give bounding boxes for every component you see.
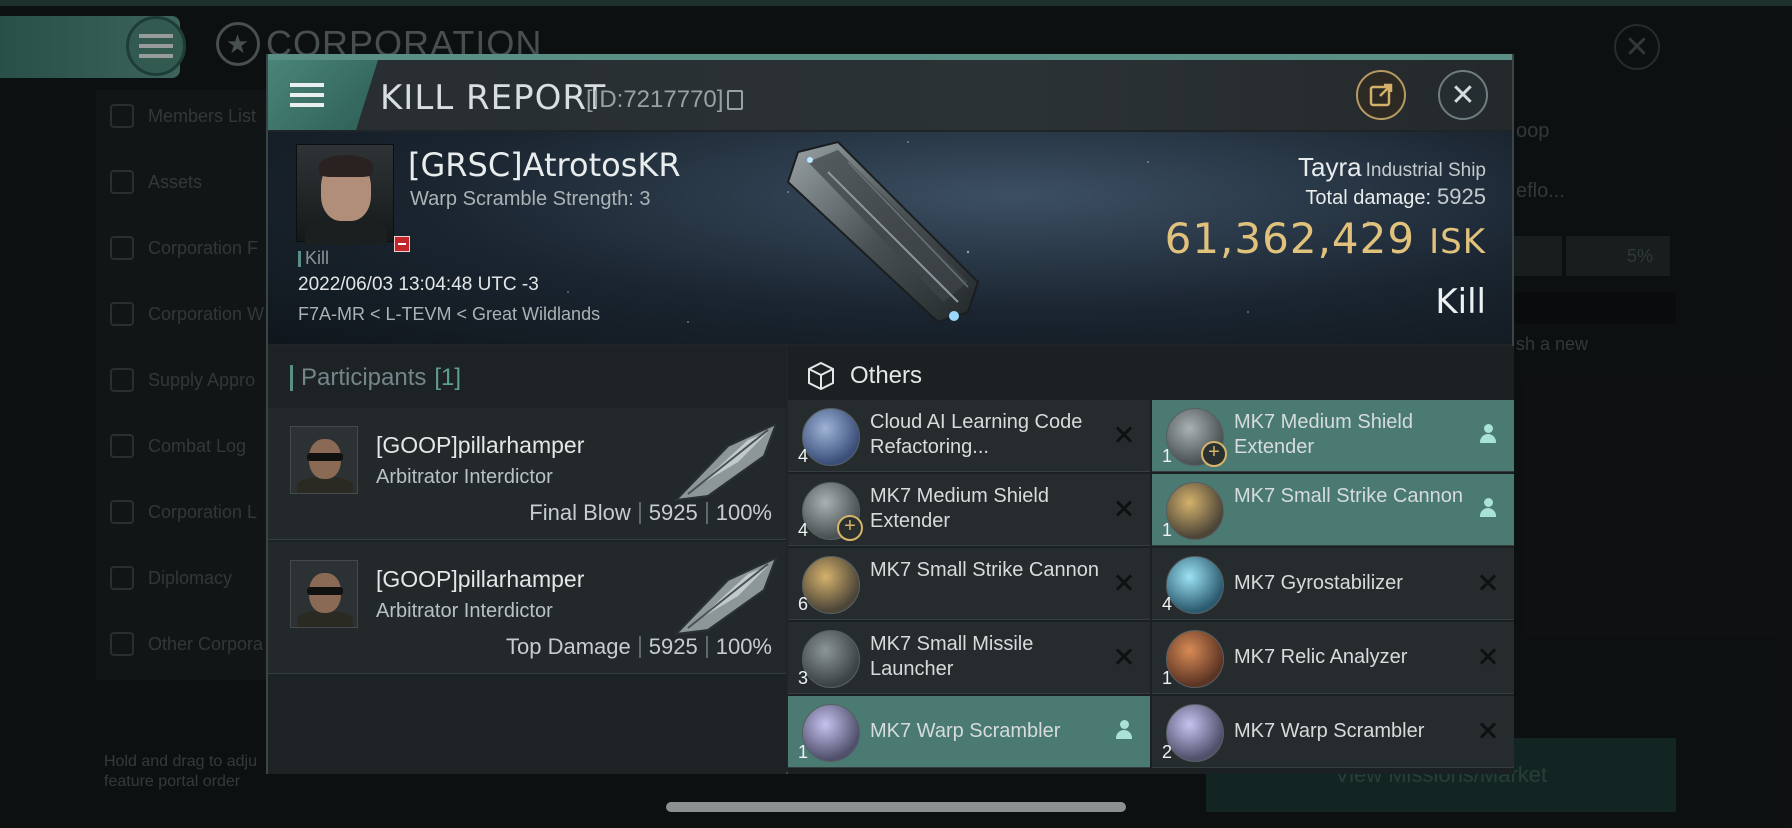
shield-extender-icon: [802, 482, 863, 541]
destroyed-icon: [1112, 422, 1136, 446]
item-quantity: 1: [798, 742, 809, 762]
item-name: MK7 Small Strike Cannon: [1234, 485, 1463, 507]
item-name: MK7 Small Strike Cannon: [870, 559, 1099, 581]
gyrostabilizer-icon: [1166, 556, 1224, 614]
item-quantity: 2: [1162, 742, 1173, 762]
hamburger-icon: [290, 83, 324, 107]
kill-id[interactable]: [ID:7217770]: [586, 86, 744, 114]
kill-id-label: [ID:7217770]: [586, 86, 724, 113]
participant-role: Top Damage: [506, 634, 631, 659]
item-row[interactable]: 1 MK7 Medium Shield Extender: [1152, 400, 1514, 472]
cube-icon: [808, 361, 834, 391]
item-row[interactable]: 1 MK7 Relic Analyzer: [1152, 622, 1514, 694]
participant-ship-image: [673, 556, 778, 636]
hostile-status-badge: [394, 236, 410, 252]
item-name: MK7 Small Missile Launcher: [870, 633, 1034, 680]
destroyed-icon: [1112, 496, 1136, 520]
item-name: MK7 Medium Shield Extender: [870, 485, 1049, 532]
victim-name[interactable]: [GRSC]AtrotosKR: [408, 146, 681, 184]
participant-ship: Arbitrator Interdictor: [376, 600, 553, 622]
kill-location[interactable]: F7A-MR < L-TEVM < Great Wildlands: [298, 304, 600, 325]
participant-name[interactable]: [GOOP]pillarhamper: [376, 432, 584, 459]
destroyed-icon: [1476, 570, 1500, 594]
kill-datetime: 2022/06/03 13:04:48 UTC -3: [298, 274, 539, 295]
participant-ship: Arbitrator Interdictor: [376, 466, 553, 488]
cannon-icon: [1166, 482, 1224, 540]
kill-tag: Kill: [298, 248, 329, 269]
item-row[interactable]: 4 MK7 Medium Shield Extender: [788, 474, 1150, 546]
item-quantity: 1: [1162, 520, 1173, 540]
item-row[interactable]: 4 Cloud AI Learning Code Refactoring...: [788, 400, 1150, 472]
item-quantity: 1: [1162, 668, 1173, 688]
participant-damage: 5925: [648, 634, 698, 659]
ai-chip-icon: [802, 408, 860, 466]
total-damage: Total damage: 5925: [1305, 184, 1486, 209]
item-quantity: 6: [798, 594, 809, 614]
participant-ship-image: [673, 422, 778, 502]
item-quantity: 4: [798, 520, 809, 540]
modal-header: KILL REPORT [ID:7217770] ✕: [268, 60, 1512, 130]
victim-avatar[interactable]: [296, 144, 394, 245]
item-row[interactable]: 1 MK7 Small Strike Cannon: [1152, 474, 1514, 546]
participants-header: Participants [1]: [290, 364, 461, 392]
fitted-icon: [1112, 718, 1136, 742]
victim-ship-image: [786, 140, 980, 324]
kill-result: Kill: [1435, 282, 1486, 322]
victim-banner: [GRSC]AtrotosKR Warp Scramble Strength: …: [268, 132, 1512, 344]
isk-value: 61,362,429 ISK: [1164, 214, 1486, 263]
participant-avatar[interactable]: [290, 426, 358, 494]
item-row[interactable]: 3 MK7 Small Missile Launcher: [788, 622, 1150, 694]
destroyed-icon: [1476, 644, 1500, 668]
item-quantity: 4: [1162, 594, 1173, 614]
item-quantity: 4: [798, 446, 809, 466]
participant-stats: Final Blow 5925 100%: [529, 500, 772, 526]
modal-menu-button[interactable]: [268, 60, 378, 130]
participant-row[interactable]: [GOOP]pillarhamper Arbitrator Interdicto…: [268, 408, 786, 540]
item-quantity: 1: [1162, 446, 1173, 466]
item-row[interactable]: 2 MK7 Warp Scrambler: [1152, 696, 1514, 768]
kill-report-modal: KILL REPORT [ID:7217770] ✕ [GRSC]Atrotos…: [266, 54, 1514, 774]
close-button[interactable]: ✕: [1438, 70, 1488, 120]
share-icon: [1369, 83, 1393, 107]
destroyed-icon: [1112, 570, 1136, 594]
participant-role: Final Blow: [529, 500, 631, 525]
shield-extender-icon: [1166, 408, 1227, 467]
home-indicator: [666, 802, 1126, 812]
fitted-icon: [1476, 496, 1500, 520]
item-row[interactable]: 4 MK7 Gyrostabilizer: [1152, 548, 1514, 620]
cannon-icon: [802, 556, 860, 614]
destroyed-icon: [1476, 718, 1500, 742]
participant-avatar[interactable]: [290, 560, 358, 628]
participants-panel: Participants [1] [GOOP]pillarhamper Arbi…: [268, 346, 786, 774]
item-row[interactable]: 6 MK7 Small Strike Cannon: [788, 548, 1150, 620]
warp-scrambler-icon: [802, 704, 860, 762]
items-panel: Others 4 Cloud AI Learning Code Refactor…: [788, 346, 1514, 774]
participant-damage: 5925: [648, 500, 698, 525]
fitted-icon: [1476, 422, 1500, 446]
item-name: MK7 Warp Scrambler: [870, 720, 1061, 742]
item-name: MK7 Gyrostabilizer: [1234, 572, 1403, 594]
warp-scrambler-icon: [1166, 704, 1224, 762]
participant-stats: Top Damage 5925 100%: [506, 634, 772, 660]
share-button[interactable]: [1356, 70, 1406, 120]
close-icon: ✕: [1450, 78, 1476, 112]
participant-percent: 100%: [715, 634, 772, 659]
copy-icon[interactable]: [727, 90, 744, 110]
destroyed-icon: [1112, 644, 1136, 668]
item-name: MK7 Relic Analyzer: [1234, 646, 1408, 668]
missile-launcher-icon: [802, 630, 860, 688]
modal-title: KILL REPORT: [380, 78, 607, 118]
others-header: Others: [806, 356, 922, 396]
participant-name[interactable]: [GOOP]pillarhamper: [376, 566, 584, 593]
item-row[interactable]: 1 MK7 Warp Scrambler: [788, 696, 1150, 768]
item-name: Cloud AI Learning Code Refactoring...: [870, 411, 1083, 458]
item-name: MK7 Medium Shield Extender: [1234, 411, 1413, 458]
item-name: MK7 Warp Scrambler: [1234, 720, 1425, 742]
participant-row[interactable]: [GOOP]pillarhamper Arbitrator Interdicto…: [268, 542, 786, 674]
victim-ship[interactable]: Tayra Industrial Ship: [1298, 152, 1486, 183]
item-quantity: 3: [798, 668, 809, 688]
participant-percent: 100%: [715, 500, 772, 525]
relic-analyzer-icon: [1166, 630, 1224, 688]
victim-subtitle: Warp Scramble Strength: 3: [410, 188, 651, 210]
